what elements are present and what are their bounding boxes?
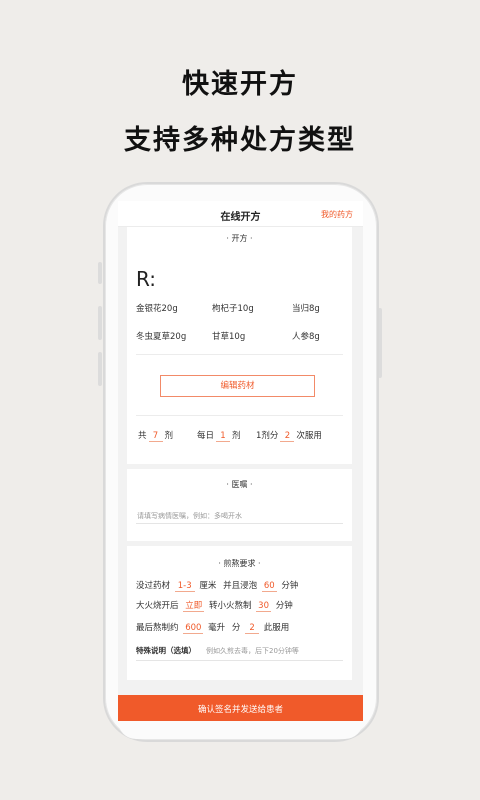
herb-item: 金银花20g [136,304,178,314]
dose-split: 1剂分 2 次服用 [256,431,322,442]
confirm-send-button[interactable]: 确认签名并发送给患者 [118,695,363,721]
phone-volume-up [98,306,102,340]
headline-line1: 快速开方 [182,69,298,100]
divider [136,354,343,355]
my-prescriptions-link[interactable]: 我的药方 [321,209,353,220]
prescription-card: · 开方 · R: 金银花20g 枸杞子10g 当归8g 冬虫夏草20g 甘草1… [127,227,352,464]
daily-doses-input[interactable]: 1 [216,431,231,442]
boil-timing-input[interactable]: 立即 [183,599,205,612]
advice-card: · 医嘱 · 请填写病情医嘱，例如：多喝开水 [127,469,352,541]
prescription-section-title: · 开方 · [226,234,253,243]
soak-depth-input[interactable]: 1-3 [174,581,195,592]
headline-line2: 支持多种处方类型 [124,125,356,156]
rx-symbol: R: [136,267,157,291]
final-volume-input[interactable]: 600 [183,623,204,634]
top-bar: 在线开方 我的药方 [118,201,363,227]
soak-row: 没过药材 1-3 厘米 并且浸泡 60 分钟 [136,581,299,592]
dose-daily: 每日 1 剂 [197,431,241,442]
herb-item: 人参8g [292,332,320,342]
special-note-label: 特殊说明（选填） [136,646,196,655]
decoction-card: · 煎熬要求 · 没过药材 1-3 厘米 并且浸泡 60 分钟 大火烧开后 立即… [127,546,352,680]
herb-item: 冬虫夏草20g [136,332,187,342]
herb-item: 枸杞子10g [212,304,254,314]
divide-times-input[interactable]: 2 [245,623,260,634]
soak-time-input[interactable]: 60 [261,581,277,592]
divider [136,415,343,416]
decoction-section-title: · 煎熬要求 · [218,559,261,568]
phone-chin [118,721,363,739]
total-doses-input[interactable]: 7 [148,431,163,442]
special-note-input[interactable]: 例如久煎去毒，后下20分钟等 [206,646,299,656]
boil-row: 大火烧开后 立即 转小火熬制 30 分钟 [136,599,293,612]
dose-total: 共7剂 [138,431,174,442]
advice-input[interactable]: 请填写病情医嘱，例如：多喝开水 [137,511,242,521]
advice-input-underline [136,523,343,524]
simmer-time-input[interactable]: 30 [256,601,271,612]
final-volume-row: 最后熬制约 600 毫升 分 2 此服用 [136,623,290,634]
phone-screen: 在线开方 我的药方 · 开方 · R: 金银花20g 枸杞子10g 当归8g 冬… [118,201,363,721]
herb-item: 甘草10g [212,332,246,342]
herb-item: 当归8g [292,304,320,314]
edit-herbs-button[interactable]: 编辑药材 [160,375,315,397]
phone-volume-down [98,352,102,386]
phone-mute-switch [98,262,102,284]
advice-section-title: · 医嘱 · [226,480,253,489]
special-note-underline [136,660,343,661]
split-times-input[interactable]: 2 [280,431,295,442]
